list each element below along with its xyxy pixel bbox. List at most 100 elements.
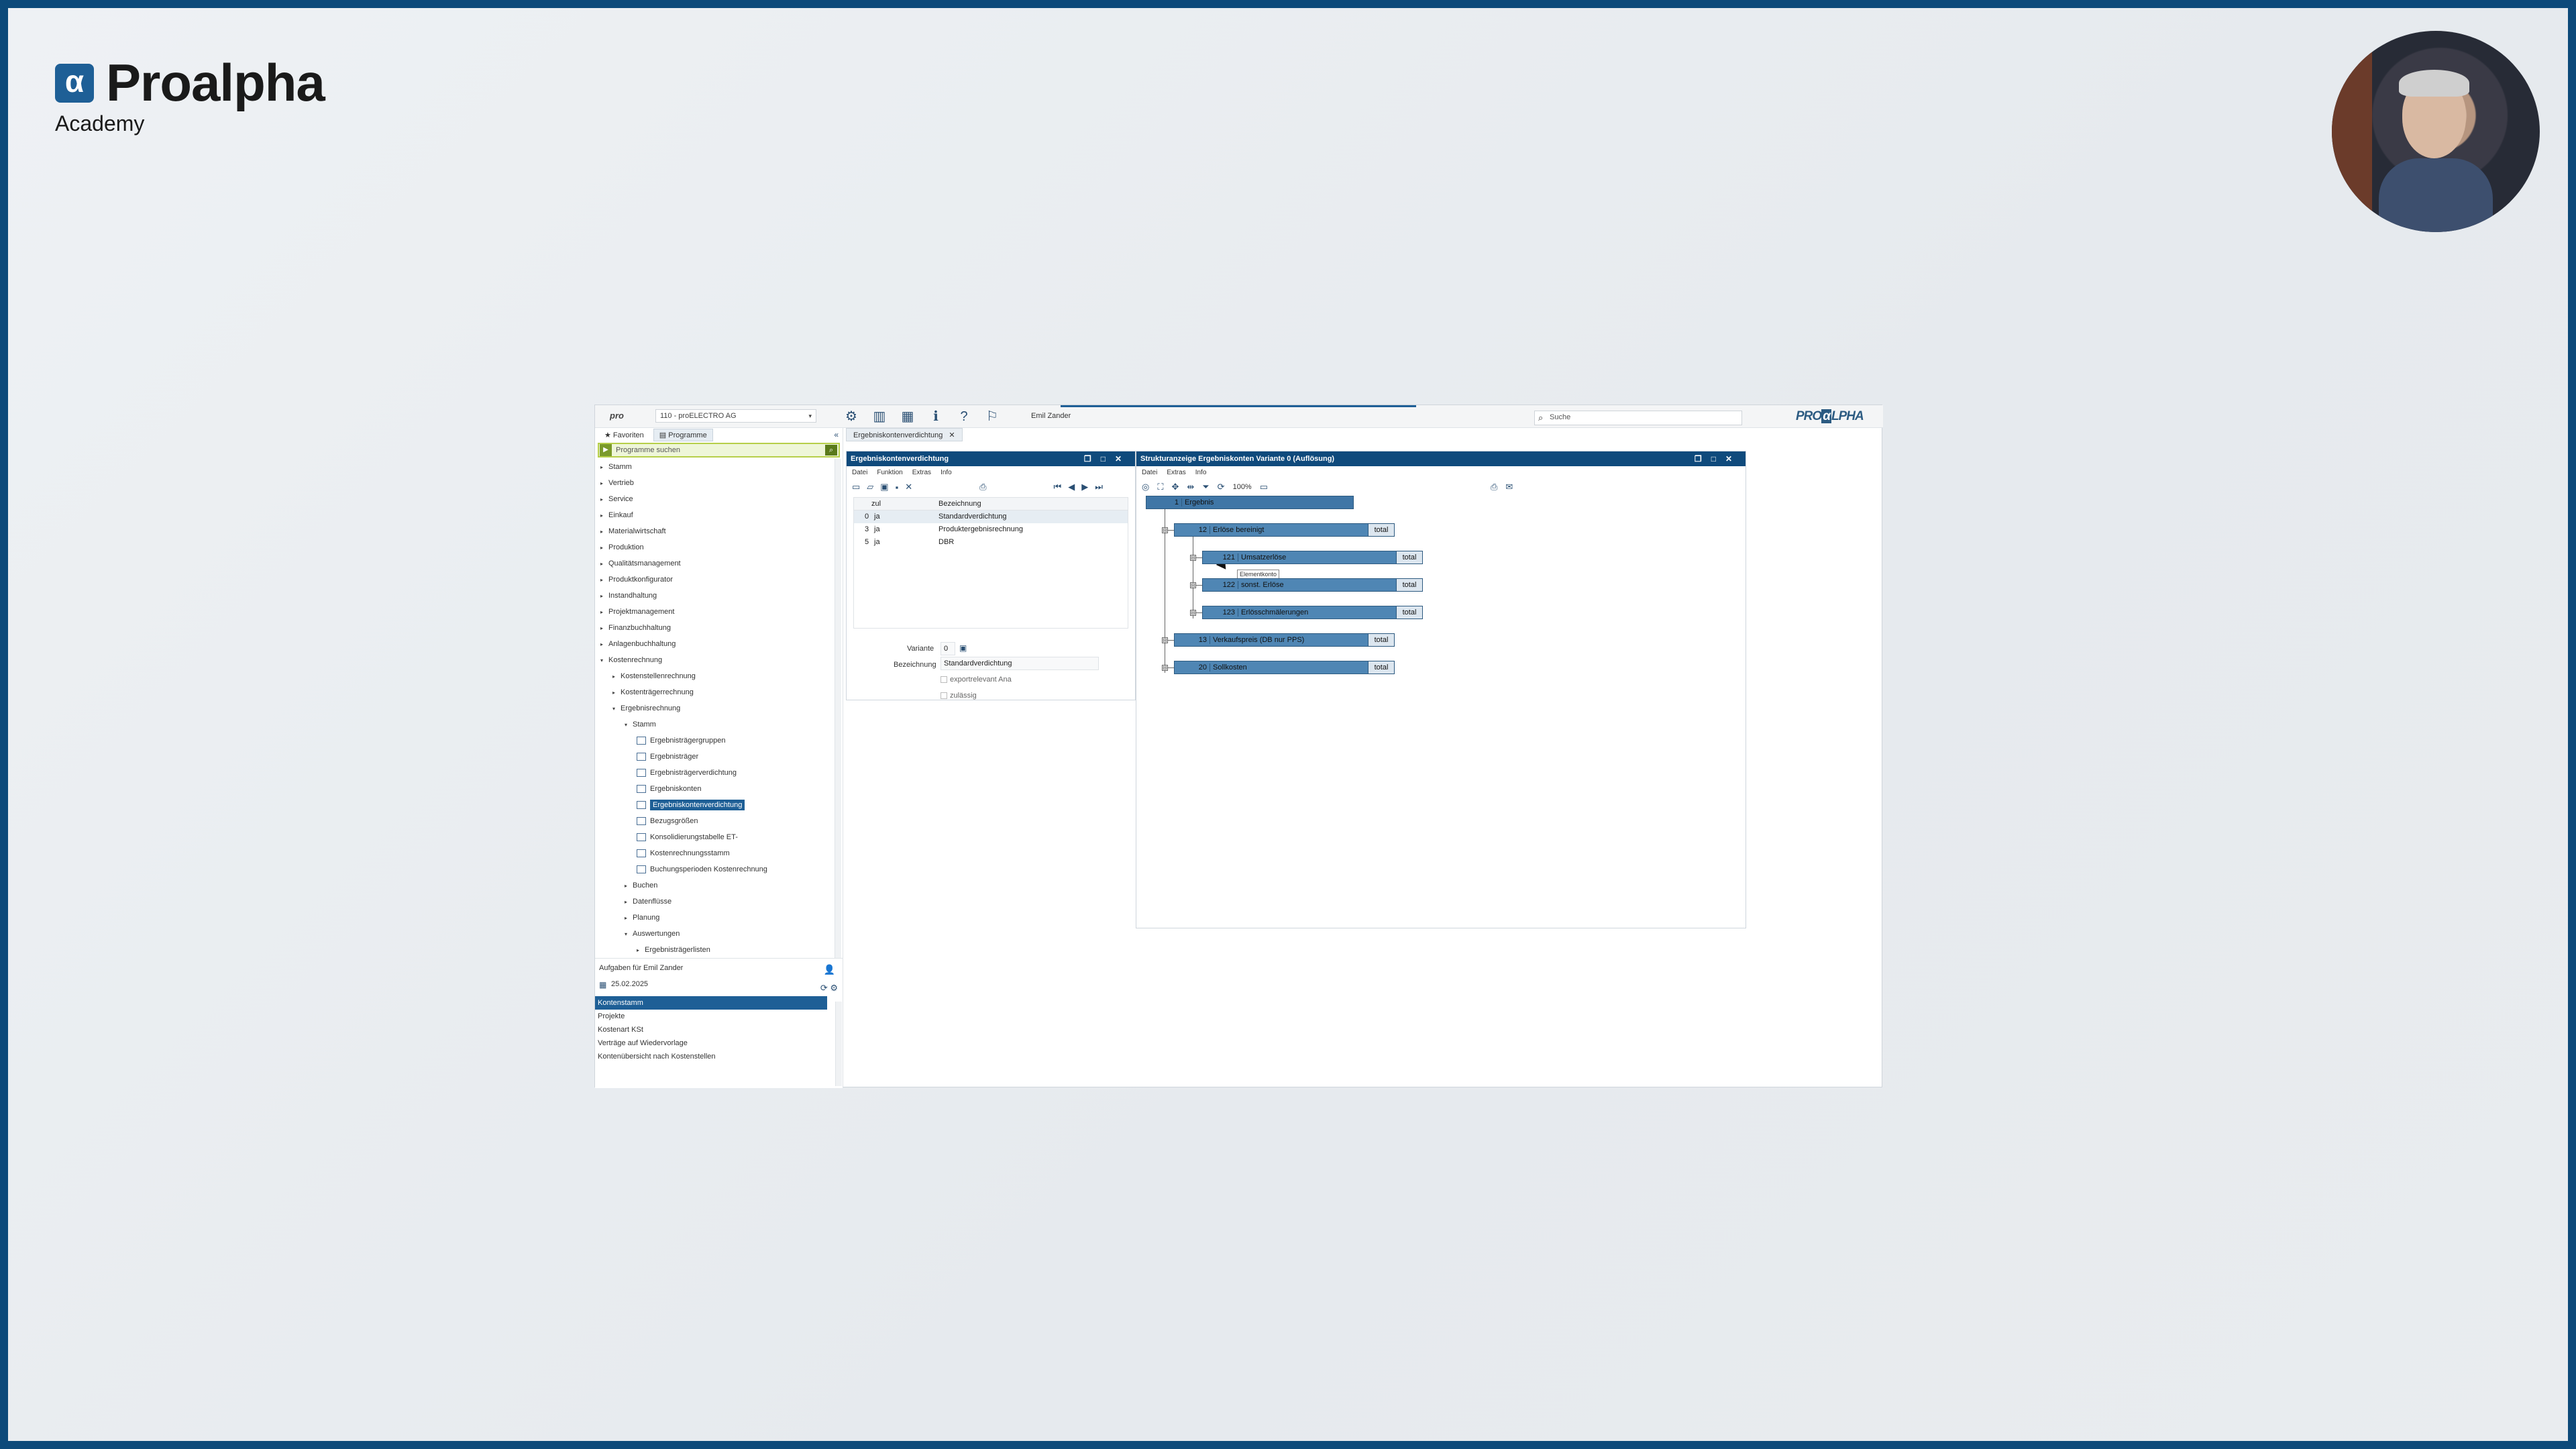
structure-node[interactable]: 20 Sollkosten total	[1174, 661, 1395, 674]
grid-row[interactable]: 3 ja Produktergebnisrechnung	[854, 523, 1128, 536]
close-icon[interactable]: ✕	[949, 431, 955, 439]
chevron-right-icon[interactable]: ▸	[625, 910, 633, 926]
tree-item[interactable]: ▸ Datenflüsse	[595, 894, 833, 910]
restore-icon[interactable]: ❐	[1084, 454, 1101, 464]
tree-scrollbar[interactable]	[835, 459, 841, 958]
zoom-level[interactable]: 100%	[1233, 483, 1252, 491]
next-record-icon[interactable]: ▶	[1081, 482, 1088, 492]
tree-item[interactable]: ▸ Materialwirtschaft	[595, 523, 833, 539]
chevron-right-icon[interactable]: ▸	[600, 508, 608, 524]
tab-ergebniskontenverdichtung[interactable]: Ergebniskontenverdichtung ✕	[846, 428, 963, 441]
restore-icon[interactable]: ❐	[1695, 454, 1711, 464]
collapse-panel-icon[interactable]: «	[834, 430, 839, 439]
move-icon[interactable]: ✥	[1171, 482, 1179, 492]
tree-item[interactable]: Ergebnisträgergruppen	[595, 733, 833, 749]
collapse-node-icon[interactable]: ⊟	[1190, 555, 1196, 561]
tree-item[interactable]: ▸ Instandhaltung	[595, 588, 833, 604]
tree-item[interactable]: Kostenrechnungsstamm	[595, 845, 833, 861]
filter-icon[interactable]: ⏷	[1202, 482, 1209, 492]
chevron-right-icon[interactable]: ▸	[600, 572, 608, 588]
grid-layout-icon[interactable]: ▦	[900, 409, 916, 425]
maximize-icon[interactable]: □	[1711, 454, 1725, 464]
chevron-right-icon[interactable]: ▸	[600, 540, 608, 556]
refresh-icon[interactable]: ⟳	[1218, 482, 1225, 492]
play-icon[interactable]: ▶	[600, 444, 612, 456]
chevron-right-icon[interactable]: ▸	[625, 894, 633, 910]
menu-item[interactable]: Extras	[912, 466, 931, 480]
task-item[interactable]: Kostenart KSt	[595, 1023, 827, 1036]
menu-item[interactable]: Funktion	[877, 466, 902, 480]
grid-row[interactable]: 5 ja DBR	[854, 536, 1128, 549]
print-icon[interactable]: ⎙	[979, 482, 986, 492]
chevron-right-icon[interactable]: ▸	[612, 685, 621, 701]
gear-icon[interactable]: ⚙	[843, 409, 859, 425]
tree-item[interactable]: ▸ Ergebnisträgerlisten	[595, 942, 833, 958]
chevron-down-icon[interactable]: ▾	[625, 926, 633, 943]
collapse-node-icon[interactable]: ⊟	[1162, 527, 1168, 533]
tab-programme[interactable]: ▤ Programme	[653, 428, 713, 441]
refresh-icon[interactable]: ⟳	[820, 983, 828, 993]
structure-node[interactable]: 121 Umsatzerlöse total	[1202, 551, 1423, 564]
chevron-right-icon[interactable]: ▸	[600, 460, 608, 476]
chevron-right-icon[interactable]: ▸	[600, 476, 608, 492]
task-item[interactable]: Kontenstamm	[595, 996, 827, 1010]
variante-field[interactable]: 0	[941, 642, 955, 655]
maximize-icon[interactable]: □	[1101, 454, 1115, 464]
lookup-icon[interactable]: ▣	[959, 643, 967, 653]
zulaessig-checkbox[interactable]: zulässig	[941, 692, 977, 700]
tree-item[interactable]: Konsolidierungstabelle ET-	[595, 829, 833, 845]
structure-node[interactable]: 13 Verkaufspreis (DB nur PPS) total	[1174, 633, 1395, 647]
chevron-right-icon[interactable]: ▸	[637, 943, 645, 958]
menu-item[interactable]: Datei	[1142, 466, 1157, 480]
chevron-right-icon[interactable]: ▸	[625, 878, 633, 894]
structure-node[interactable]: 123 Erlösschmälerungen total	[1202, 606, 1423, 619]
chevron-down-icon[interactable]: ▾	[600, 653, 608, 669]
tree-item[interactable]: ▸ Finanzbuchhaltung	[595, 620, 833, 636]
program-search-input[interactable]: ▶ Programme suchen ⌕	[598, 443, 840, 458]
grid-header-cell[interactable]	[854, 498, 871, 510]
structure-node[interactable]: 12 Erlöse bereinigt total	[1174, 523, 1395, 537]
tab-favoriten[interactable]: ★ Favoriten	[599, 429, 649, 441]
company-selector[interactable]: 110 - proELECTRO AG ▾	[655, 409, 816, 423]
search-input[interactable]: ⌕ Suche	[1534, 411, 1742, 425]
search-icon[interactable]: ⌕	[825, 445, 837, 455]
tree-item[interactable]: ▸ Produktion	[595, 539, 833, 555]
tasks-scrollbar[interactable]	[835, 1002, 842, 1086]
tree-item[interactable]: Ergebniskontenverdichtung	[595, 797, 833, 813]
collapse-node-icon[interactable]: ⊟	[1162, 665, 1168, 671]
previous-record-icon[interactable]: ◀	[1068, 482, 1075, 492]
bezeichnung-field[interactable]: Standardverdichtung	[941, 657, 1099, 670]
tree-item[interactable]: ▾ Ergebnisrechnung	[595, 700, 833, 716]
last-record-icon[interactable]: ⏭	[1095, 482, 1103, 492]
first-record-icon[interactable]: ⏮	[1054, 482, 1062, 492]
tree-item[interactable]: ▸ Anlagenbuchhaltung	[595, 636, 833, 652]
help-icon[interactable]: ?	[956, 409, 972, 425]
chevron-right-icon[interactable]: ▸	[600, 621, 608, 637]
tree-item[interactable]: ▸ Produktkonfigurator	[595, 572, 833, 588]
structure-node[interactable]: 1 Ergebnis	[1146, 496, 1354, 509]
menu-item[interactable]: Info	[1195, 466, 1207, 480]
task-item[interactable]: Verträge auf Wiedervorlage	[595, 1036, 827, 1050]
delete-icon[interactable]: ▪	[896, 482, 899, 492]
chevron-down-icon[interactable]: ▾	[612, 701, 621, 717]
task-item[interactable]: Kontenübersicht nach Kostenstellen	[595, 1050, 827, 1063]
close-icon[interactable]: ✕	[1115, 454, 1131, 464]
tree-item[interactable]: Ergebniskonten	[595, 781, 833, 797]
collapse-node-icon[interactable]: ⊟	[1190, 582, 1196, 588]
tree-item[interactable]: ▸ Planung	[595, 910, 833, 926]
chevron-down-icon[interactable]: ▾	[625, 717, 633, 733]
menu-item[interactable]: Extras	[1167, 466, 1185, 480]
tree-item[interactable]: ▸ Einkauf	[595, 507, 833, 523]
chevron-right-icon[interactable]: ▸	[612, 669, 621, 685]
cancel-icon[interactable]: ✕	[905, 482, 912, 492]
tree-item[interactable]: ▸ Service	[595, 491, 833, 507]
tree-item[interactable]: ▸ Stamm	[595, 459, 833, 475]
tree-item[interactable]: Bezugsgrößen	[595, 813, 833, 829]
tree-item[interactable]: ▸ Vertrieb	[595, 475, 833, 491]
grid-row[interactable]: 0 ja Standardverdichtung	[854, 511, 1128, 523]
person-icon[interactable]: 👤	[824, 964, 835, 975]
chevron-right-icon[interactable]: ▸	[600, 492, 608, 508]
tree-item[interactable]: ▸ Kostenträgerrechnung	[595, 684, 833, 700]
chevron-right-icon[interactable]: ▸	[600, 637, 608, 653]
exportrelevant-checkbox[interactable]: exportrelevant Ana	[941, 676, 1012, 684]
